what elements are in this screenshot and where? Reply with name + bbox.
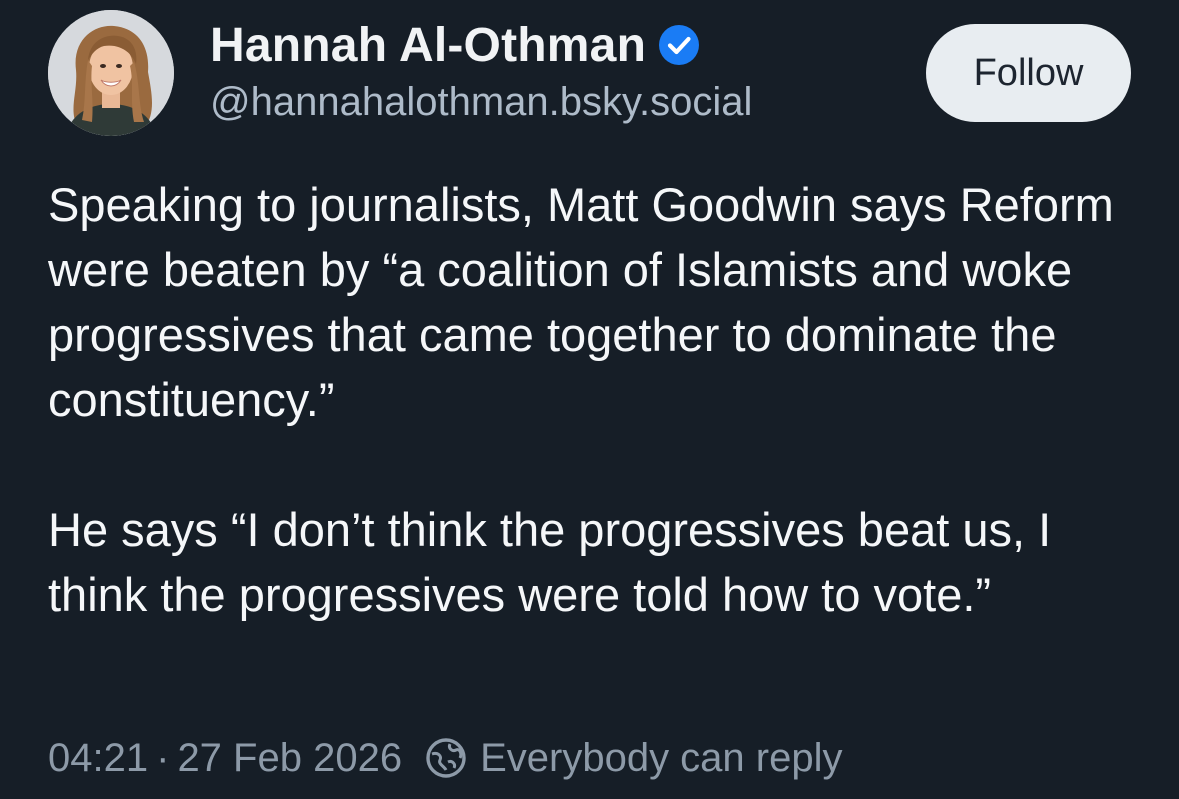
post-paragraph: Speaking to journalists, Matt Goodwin sa… [48, 178, 1114, 426]
post-time[interactable]: 04:21 [48, 736, 148, 781]
post-body: Speaking to journalists, Matt Goodwin sa… [48, 172, 1128, 627]
reply-setting-text[interactable]: Everybody can reply [480, 736, 842, 781]
post-date[interactable]: 27 Feb 2026 [177, 736, 402, 781]
globe-reply-icon [424, 736, 468, 780]
author-handle[interactable]: @hannahalothman.bsky.social [210, 80, 752, 125]
meta-separator: · [156, 735, 170, 780]
author-name-row: Hannah Al-Othman [210, 14, 700, 76]
avatar-image [48, 10, 174, 136]
verified-badge-icon[interactable] [658, 24, 700, 66]
author-display-name[interactable]: Hannah Al-Othman [210, 18, 646, 73]
follow-button[interactable]: Follow [926, 24, 1131, 122]
avatar[interactable] [48, 10, 174, 136]
post-paragraph: He says “I don’t think the progressives … [48, 503, 1052, 621]
post-card: Hannah Al-Othman @hannahalothman.bsky.so… [0, 0, 1179, 799]
post-meta: 04:21 · 27 Feb 2026 Everybody can reply [48, 728, 842, 788]
